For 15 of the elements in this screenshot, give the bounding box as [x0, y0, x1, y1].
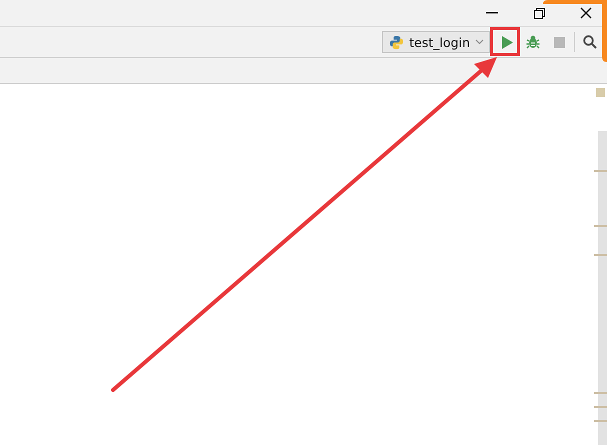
scroll-marker: [594, 392, 607, 394]
python-logo-icon: [389, 34, 404, 50]
scroll-marker: [594, 406, 607, 408]
stop-icon: [554, 36, 564, 48]
play-icon: [501, 36, 513, 48]
scroll-marker: [594, 170, 607, 172]
highlight-frame: [490, 27, 520, 56]
caret-icon: [475, 39, 484, 45]
inspection-indicator: [596, 88, 605, 97]
scroll-marker: [594, 225, 607, 227]
window-edge: [543, 0, 607, 62]
scroll-marker: [594, 254, 607, 256]
run-configuration-dropdown[interactable]: test_login: [382, 31, 490, 53]
scroll-marker: [594, 420, 607, 422]
run-configuration-label: test_login: [409, 34, 470, 50]
